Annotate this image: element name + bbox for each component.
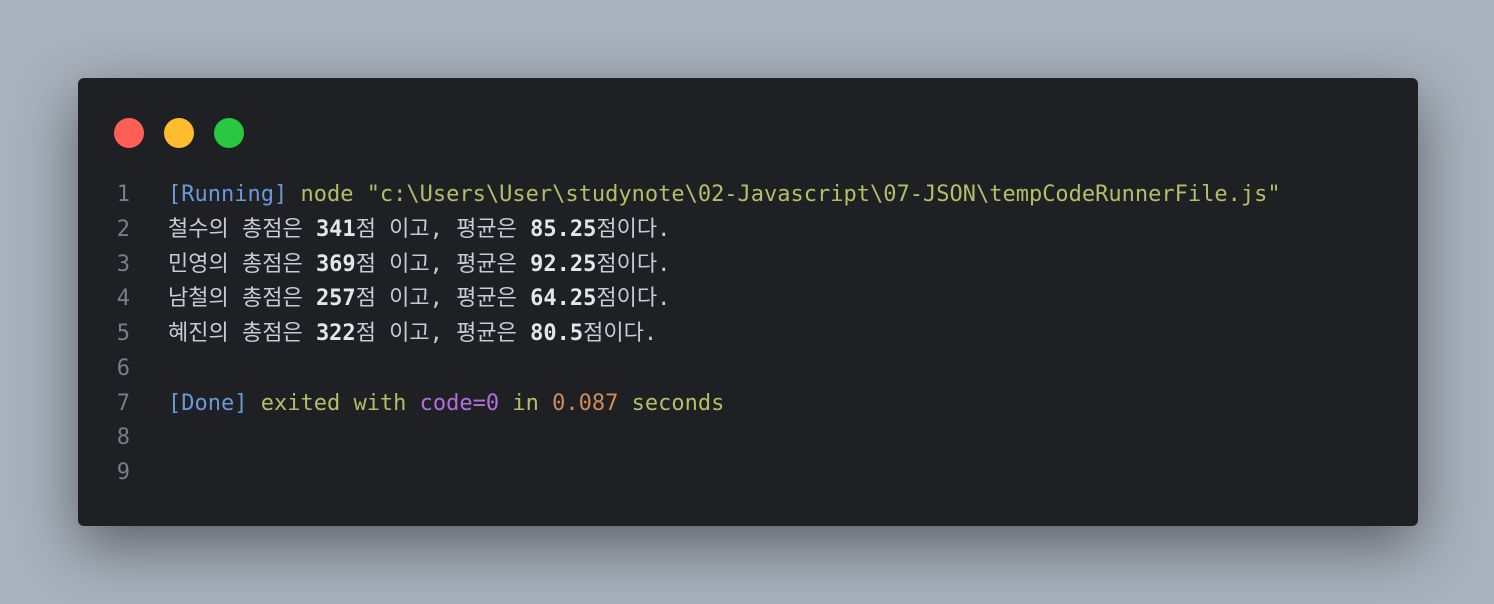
output-text: 점 이고, 평균은 [355, 286, 531, 312]
average-score: 92.25 [530, 251, 597, 277]
output-text: 점 이고, 평균은 [355, 321, 531, 346]
average-score: 80.5 [530, 321, 584, 346]
output-text: 남철의 총점은 [168, 286, 316, 312]
output-text: 점이다. [583, 321, 658, 346]
code-line: 9 [78, 456, 1281, 491]
code-line: 2 철수의 총점은 341 점 이고, 평균은 85.25 점이다. [78, 213, 1281, 248]
total-score: 369 [315, 251, 356, 277]
line-number: 2 [116, 216, 130, 242]
done-tag: [Done] [168, 390, 248, 416]
exit-code: code=0 [419, 390, 500, 416]
output-text: 점이다. [596, 251, 671, 277]
total-score: 341 [315, 216, 356, 242]
line-number: 6 [116, 355, 130, 381]
code-line: 4 남철의 총점은 257 점 이고, 평균은 64.25 점이다. [78, 282, 1281, 317]
output-text: seconds [618, 390, 725, 416]
output-text: 철수의 총점은 [168, 216, 316, 242]
total-score: 257 [315, 286, 356, 312]
running-tag: [Running] [168, 182, 288, 207]
line-number: 1 [116, 182, 130, 207]
output-text: 점 이고, 평균은 [355, 251, 531, 277]
total-score: 322 [315, 321, 356, 346]
code-line: 6 [78, 352, 1281, 387]
average-score: 85.25 [530, 216, 597, 242]
elapsed-time: 0.087 [552, 390, 619, 416]
output-text: in [499, 390, 553, 416]
line-number: 3 [116, 251, 130, 277]
command-text: node "c:\Users\User\studynote\02-Javascr… [287, 182, 1281, 207]
line-number: 7 [116, 390, 130, 416]
line-number: 4 [116, 286, 130, 312]
output-text: 점이다. [596, 216, 671, 242]
code-line: 7 [Done] exited with code=0 in 0.087 sec… [78, 387, 1281, 422]
average-score: 64.25 [530, 286, 597, 312]
line-number: 9 [116, 460, 130, 485]
line-number: 5 [116, 321, 130, 346]
output-text: exited with [247, 390, 420, 416]
close-button[interactable] [114, 118, 144, 148]
terminal-window: 1 [Running] node "c:\Users\User\studynot… [78, 78, 1418, 526]
output-text: 민영의 총점은 [168, 251, 316, 277]
code-line: 3 민영의 총점은 369 점 이고, 평균은 92.25 점이다. [78, 248, 1281, 283]
line-number: 8 [116, 425, 130, 451]
code-line: 8 [78, 421, 1281, 456]
minimize-button[interactable] [164, 118, 194, 148]
code-line: 1 [Running] node "c:\Users\User\studynot… [78, 178, 1281, 213]
output-text: 혜진의 총점은 [168, 321, 316, 346]
output-code: 1 [Running] node "c:\Users\User\studynot… [78, 178, 1281, 491]
output-text: 점 이고, 평균은 [355, 216, 531, 242]
output-text: 점이다. [596, 286, 671, 312]
code-line: 5 혜진의 총점은 322 점 이고, 평균은 80.5 점이다. [78, 317, 1281, 352]
maximize-button[interactable] [214, 118, 244, 148]
